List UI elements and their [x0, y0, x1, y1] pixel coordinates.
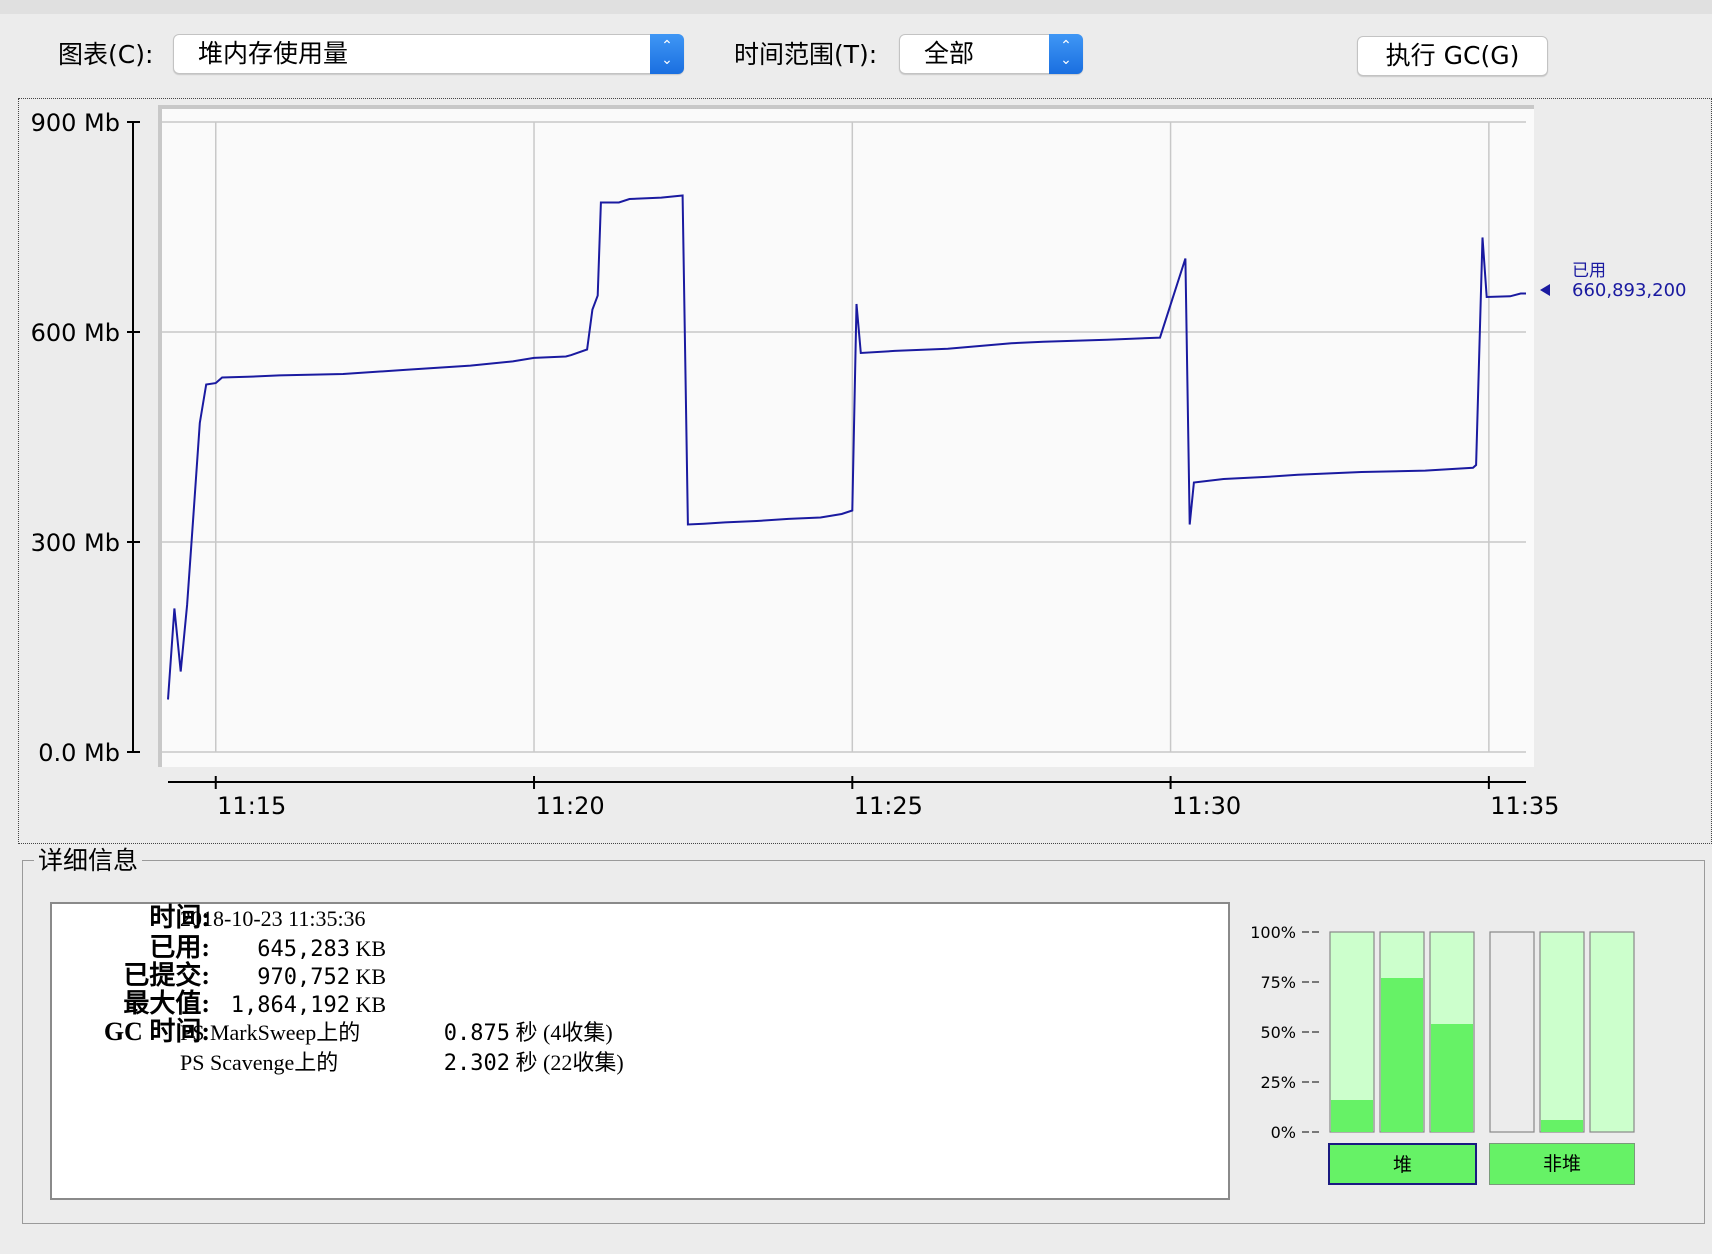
gc-collector-unit: 秒 [515, 1020, 538, 1045]
gc-collector-unit: 秒 [515, 1050, 538, 1075]
committed-number: 970,752 [257, 965, 350, 990]
x-tick-label: 11:35 [1490, 792, 1559, 820]
max-number: 1,864,192 [230, 993, 350, 1018]
x-tick-label: 11:25 [854, 792, 923, 820]
pool-tick-label: 25% [1260, 1073, 1296, 1092]
series-current-value: 660,893,200 [1572, 280, 1687, 301]
heap-usage-chart: 900 Mb 600 Mb 300 Mb 0.0 Mb 11:15 11:20 11:25… [31, 105, 1687, 820]
pool-tick-label: 75% [1260, 973, 1296, 992]
y-tick-label: 900 Mb [31, 109, 120, 137]
gc-row: PS MarkSweep上的 0.875 秒 (4收集) [180, 1020, 613, 1047]
pool-bar-fill [1331, 1100, 1373, 1132]
gc-collector-time: 2.302 [443, 1051, 510, 1076]
series-name-label: 已用 [1572, 261, 1606, 281]
gc-collector-name: PS MarkSweep上的 [180, 1020, 361, 1045]
x-tick-label: 11:20 [535, 792, 604, 820]
used-value: 645,283 KB [180, 936, 386, 963]
x-tick-label: 11:15 [217, 792, 286, 820]
max-unit: KB [355, 992, 387, 1017]
pool-bar-track [1489, 931, 1535, 1133]
current-value-marker-icon [1540, 284, 1550, 296]
pool-tick-label: 50% [1260, 1023, 1296, 1042]
details-title: 详细信息 [34, 846, 143, 876]
used-unit: KB [355, 936, 387, 961]
gc-collector-count: (4收集) [543, 1020, 613, 1045]
committed-value: 970,752 KB [180, 964, 386, 991]
pool-bar-fill [1541, 1120, 1583, 1132]
y-tick-label: 600 Mb [31, 319, 120, 347]
time-value: 2018-10-23 11:35:36 [180, 906, 366, 931]
x-tick-label: 11:30 [1172, 792, 1241, 820]
used-number: 645,283 [257, 937, 350, 962]
gc-collector-name: PS Scavenge上的 [180, 1050, 339, 1075]
pool-bar-fill [1381, 978, 1423, 1132]
details-info-panel: 时间: 2018-10-23 11:35:36 已用: 645,283 KB 已… [50, 902, 1230, 1200]
gc-row: PS Scavenge上的 2.302 秒 (22收集) [180, 1050, 624, 1077]
max-value: 1,864,192 KB [180, 992, 386, 1019]
pool-tick-label: 100% [1250, 923, 1296, 942]
heap-button[interactable]: 堆 [1328, 1143, 1477, 1185]
y-tick-label: 0.0 Mb [38, 739, 120, 767]
pool-bar-track [1589, 931, 1635, 1133]
committed-unit: KB [355, 964, 387, 989]
pool-bar-fill [1431, 1024, 1473, 1132]
y-tick-label: 300 Mb [31, 529, 120, 557]
non-heap-button[interactable]: 非堆 [1489, 1143, 1635, 1185]
plot-area [162, 109, 1534, 767]
gc-collector-count: (22收集) [543, 1050, 624, 1075]
gc-collector-time: 0.875 [443, 1021, 510, 1046]
pool-tick-label: 0% [1271, 1123, 1296, 1142]
pool-bar-track [1539, 931, 1585, 1133]
